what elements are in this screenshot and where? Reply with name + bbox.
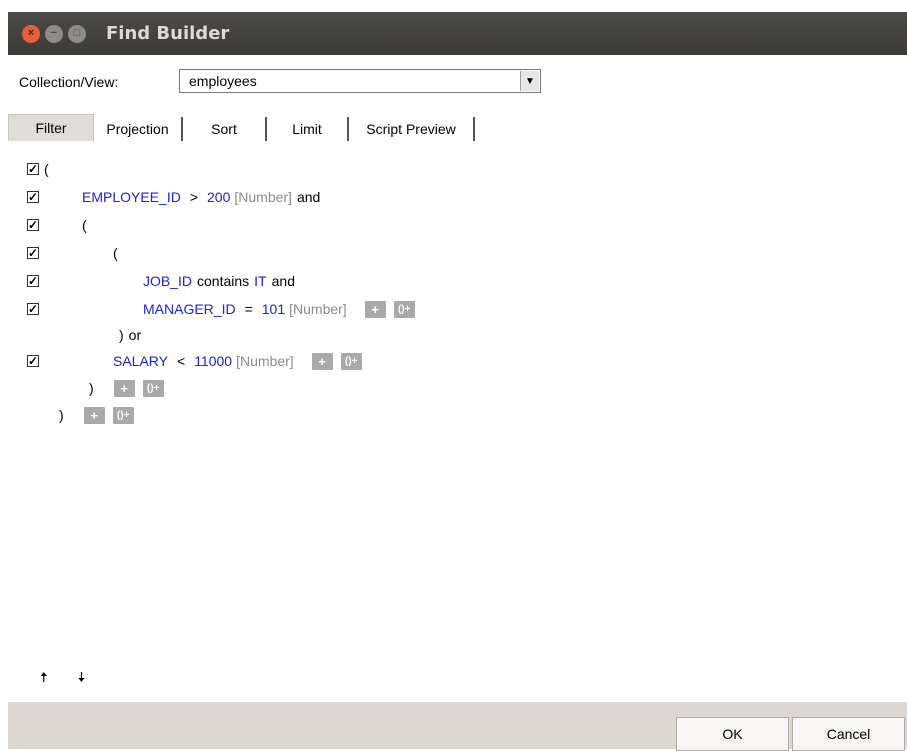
button-bar: OK Cancel [8, 702, 907, 751]
add-condition-button[interactable]: + [364, 300, 386, 318]
tab-sort[interactable]: Sort [183, 117, 267, 141]
open-paren: ( [44, 161, 49, 177]
condition-operator[interactable]: > [190, 189, 198, 205]
add-group-button[interactable]: ()+ [340, 352, 362, 370]
window-title: Find Builder [106, 23, 230, 44]
add-condition-button[interactable]: + [83, 406, 105, 424]
include-checkbox[interactable]: ✓ [27, 191, 39, 203]
condition-operator[interactable]: < [177, 353, 185, 369]
include-checkbox[interactable]: ✓ [27, 355, 39, 367]
value-type: [Number] [234, 189, 292, 205]
condition-value[interactable]: 11000 [194, 353, 232, 369]
move-up-icon[interactable]: 🠅 [40, 667, 48, 691]
tab-bar: Filter Projection Sort Limit Script Prev… [8, 113, 475, 141]
condition-field[interactable]: MANAGER_ID [143, 301, 236, 317]
move-controls: 🠅 🠇 [40, 667, 85, 691]
dropdown-arrow-icon[interactable]: ▼ [520, 71, 539, 91]
open-paren: ( [82, 217, 87, 233]
move-down-icon[interactable]: 🠇 [78, 667, 86, 691]
condition-field[interactable]: EMPLOYEE_ID [82, 189, 181, 205]
include-checkbox[interactable]: ✓ [27, 163, 39, 175]
conjunction[interactable]: or [129, 327, 141, 343]
condition-operator[interactable]: contains [197, 273, 249, 289]
value-type: [Number] [289, 301, 347, 317]
condition-operator[interactable]: = [245, 301, 253, 317]
condition-value[interactable]: 200 [207, 189, 230, 205]
include-checkbox[interactable]: ✓ [27, 303, 39, 315]
title-bar: × − □ Find Builder [8, 12, 907, 55]
value-type: [Number] [236, 353, 294, 369]
collection-row: Collection/View: employees ▼ [19, 69, 541, 95]
include-checkbox[interactable]: ✓ [27, 247, 39, 259]
condition-value[interactable]: IT [254, 273, 266, 289]
tab-projection[interactable]: Projection [94, 117, 183, 141]
cancel-button[interactable]: Cancel [792, 717, 905, 751]
conjunction[interactable]: and [297, 189, 320, 205]
add-condition-button[interactable]: + [311, 352, 333, 370]
collection-value: employees [189, 73, 257, 89]
tab-filter[interactable]: Filter [8, 114, 94, 141]
close-icon[interactable]: × [22, 24, 40, 43]
collection-select[interactable]: employees ▼ [179, 69, 541, 93]
dialog-content: Collection/View: employees ▼ Filter Proj… [8, 55, 907, 702]
filter-tree: ✓ ( ✓ EMPLOYEE_ID > 200 [Number] and ✓ (… [8, 147, 907, 667]
add-condition-button[interactable]: + [113, 379, 135, 397]
close-paren: ) [89, 380, 94, 396]
collection-label: Collection/View: [19, 74, 119, 90]
minimize-icon[interactable]: − [45, 24, 63, 43]
tab-limit[interactable]: Limit [267, 117, 349, 141]
close-paren: ) [59, 407, 64, 423]
condition-field[interactable]: SALARY [113, 353, 168, 369]
condition-field[interactable]: JOB_ID [143, 273, 192, 289]
open-paren: ( [113, 245, 118, 261]
close-paren: ) [119, 327, 124, 343]
add-group-button[interactable]: ()+ [112, 406, 134, 424]
ok-button[interactable]: OK [676, 717, 789, 751]
tab-script-preview[interactable]: Script Preview [349, 117, 475, 141]
condition-value[interactable]: 101 [262, 301, 285, 317]
include-checkbox[interactable]: ✓ [27, 275, 39, 287]
add-group-button[interactable]: ()+ [393, 300, 415, 318]
maximize-icon[interactable]: □ [68, 24, 86, 43]
conjunction[interactable]: and [272, 273, 295, 289]
add-group-button[interactable]: ()+ [142, 379, 164, 397]
include-checkbox[interactable]: ✓ [27, 219, 39, 231]
